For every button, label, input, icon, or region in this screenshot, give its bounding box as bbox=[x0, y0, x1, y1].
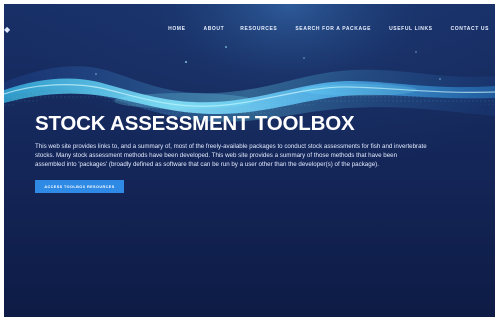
hero-content: STOCK ASSESSMENT TOOLBOX This web site p… bbox=[35, 112, 435, 193]
nav-useful-links[interactable]: USEFUL LINKS bbox=[389, 26, 433, 32]
nav-resources[interactable]: RESOURCES bbox=[240, 26, 277, 32]
hero-frame: ◆ HOME ABOUT RESOURCES SEARCH FOR A PACK… bbox=[4, 4, 495, 317]
page-title: STOCK ASSESSMENT TOOLBOX bbox=[35, 112, 355, 135]
site-logo-icon[interactable]: ◆ bbox=[4, 26, 18, 34]
nav-contact-us[interactable]: CONTACT US bbox=[451, 26, 489, 32]
nav-home[interactable]: HOME bbox=[168, 26, 185, 32]
main-navigation: HOME ABOUT RESOURCES SEARCH FOR A PACKAG… bbox=[168, 26, 489, 32]
nav-search-for-package[interactable]: SEARCH FOR A PACKAGE bbox=[295, 26, 371, 32]
hero-description: This web site provides links to, and a s… bbox=[35, 143, 427, 168]
access-toolbox-resources-button[interactable]: ACCESS TOOLBOX RESOURCES bbox=[35, 180, 124, 193]
nav-about[interactable]: ABOUT bbox=[204, 26, 225, 32]
